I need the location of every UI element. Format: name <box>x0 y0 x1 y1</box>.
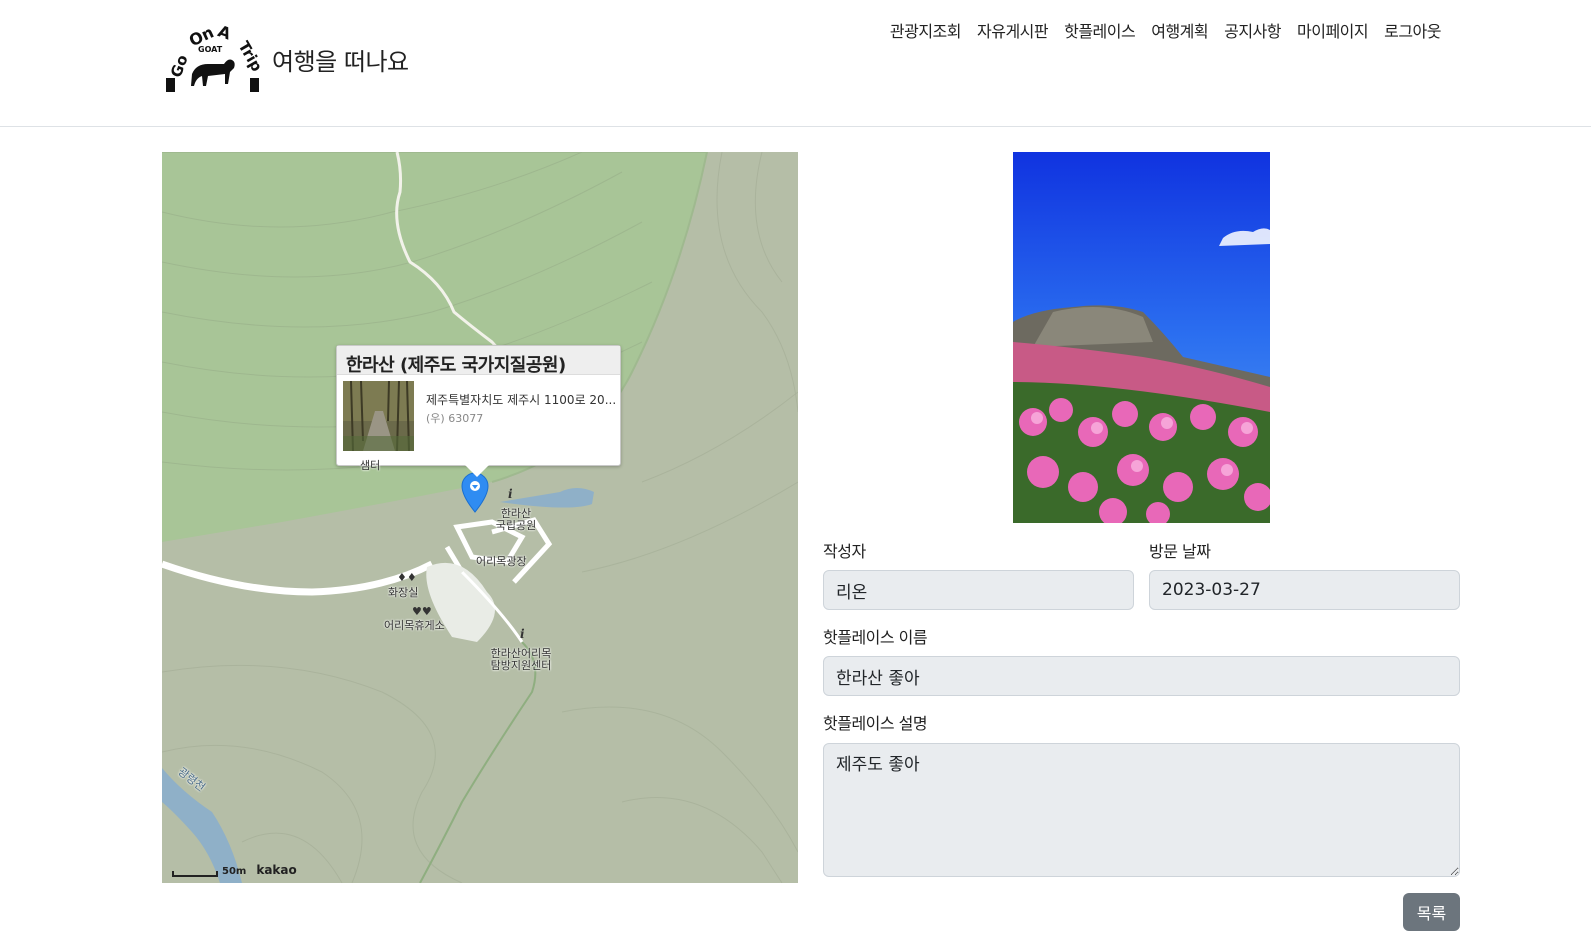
nav-logout[interactable]: 로그아웃 <box>1384 18 1441 42</box>
svg-text:Go: Go <box>167 52 192 79</box>
visit-date-label: 방문 날짜 <box>1149 542 1211 561</box>
site-title: 여행을 떠나요 <box>272 47 409 76</box>
hotplace-name-field[interactable] <box>823 656 1460 696</box>
svg-text:♥♥: ♥♥ <box>412 605 432 618</box>
map-label-park: 한라산 국립공원 <box>495 507 537 532</box>
brand-link[interactable]: Go On A Trip GOAT 여행을 떠나요 <box>162 22 409 96</box>
nav-mypage[interactable]: 마이페이지 <box>1297 18 1369 42</box>
svg-text:Trip: Trip <box>235 38 262 75</box>
map-terrain: i i ♦♦ ♥♥ <box>162 152 798 883</box>
map-provider-logo: kakao <box>256 863 297 877</box>
hotplace-photo <box>1013 152 1270 523</box>
svg-text:GOAT: GOAT <box>198 45 223 54</box>
author-field[interactable] <box>823 570 1134 610</box>
infowindow-zipcode: (우) 63077 <box>426 412 484 425</box>
list-button[interactable]: 목록 <box>1403 893 1460 931</box>
infowindow-address: 제주특별자치도 제주시 1100로 20... <box>426 393 617 407</box>
map-scale: 50m kakao <box>172 863 297 877</box>
hotplace-desc-label: 핫플레이스 설명 <box>823 714 928 733</box>
map-label-center: 샘터 <box>360 459 381 472</box>
svg-text:i: i <box>520 627 525 641</box>
map-label-restarea: 어리목휴게소 <box>384 619 445 632</box>
nav-travel-plan[interactable]: 여행계획 <box>1151 18 1208 42</box>
infowindow-title: 한라산 (제주도 국가지질공원) <box>337 346 620 376</box>
svg-text:A: A <box>215 22 234 44</box>
visit-date-field[interactable] <box>1149 570 1460 610</box>
author-label: 작성자 <box>823 542 866 561</box>
scale-text: 50m <box>222 866 247 877</box>
scale-bar <box>172 871 218 877</box>
map-label-support-center: 한라산어리목 탐방지원센터 <box>490 647 552 672</box>
map-label-plaza: 어리목광장 <box>476 555 527 568</box>
map-label-restroom: 화장실 <box>388 586 419 599</box>
nav-free-board[interactable]: 자유게시판 <box>977 18 1049 42</box>
infowindow-pointer <box>465 465 489 477</box>
goat-logo: Go On A Trip GOAT <box>166 22 262 92</box>
map-view[interactable]: i i ♦♦ ♥♥ 한라산 (제주도 국가지질공원) 제주특별자치도 제주시 1… <box>162 152 798 883</box>
navbar: Go On A Trip GOAT 여행을 떠나요 관광지조회 자유게시판 핫플… <box>0 0 1591 127</box>
nav-attractions[interactable]: 관광지조회 <box>890 18 962 42</box>
svg-text:♦♦: ♦♦ <box>397 571 417 584</box>
place-thumbnail <box>343 381 414 451</box>
nav-hotplace[interactable]: 핫플레이스 <box>1064 18 1136 42</box>
svg-text:i: i <box>508 487 513 501</box>
hotplace-desc-field[interactable]: 제주도 좋아 <box>823 743 1460 877</box>
map-infowindow[interactable]: 한라산 (제주도 국가지질공원) 제주특별자치도 제주시 1100로 20...… <box>336 345 621 477</box>
nav-notice[interactable]: 공지사항 <box>1224 18 1281 42</box>
main-nav: 관광지조회 자유게시판 핫플레이스 여행계획 공지사항 마이페이지 로그아웃 <box>890 18 1442 42</box>
hotplace-name-label: 핫플레이스 이름 <box>823 628 928 647</box>
